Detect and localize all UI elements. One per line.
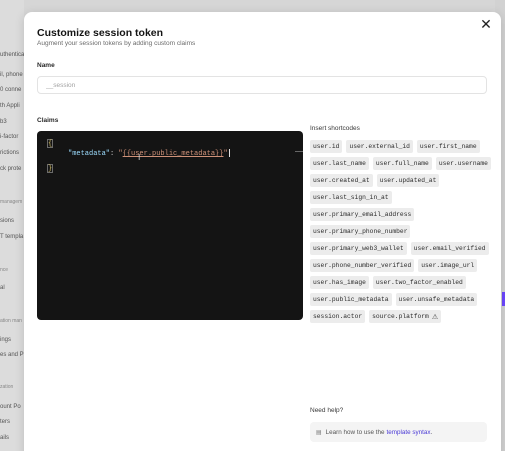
background-sidebar-item: zation: [0, 384, 14, 390]
shortcode-chip[interactable]: user.first_name: [416, 140, 480, 153]
background-sidebar: uthentica il, phone 0 conne th Appli b3 i-fac…: [0, 0, 24, 451]
background-sidebar-item: b3: [0, 119, 7, 125]
text-caret: [228, 149, 230, 157]
shortcode-label: source.platform: [372, 313, 429, 320]
shortcode-label: user.primary_email_address: [313, 211, 412, 218]
help-box: ▤ Learn how to use the template syntax .: [310, 422, 487, 442]
shortcode-chip[interactable]: user.unsafe_metadata: [395, 293, 478, 306]
shortcode-label: user.image_url: [421, 262, 475, 269]
help-suffix: .: [430, 428, 433, 436]
background-sidebar-item: T templa: [0, 234, 24, 240]
shortcode-chip[interactable]: user.username: [435, 157, 491, 170]
background-sidebar-item: rictions: [0, 150, 20, 156]
shortcode-chip[interactable]: user.primary_phone_number: [310, 225, 411, 238]
background-sidebar-item: ails: [0, 435, 10, 441]
background-sidebar-item: sions: [0, 218, 15, 224]
shortcode-chip[interactable]: user.phone_number_verified: [310, 259, 415, 272]
book-icon: ▤: [316, 428, 322, 436]
shortcode-chip[interactable]: user.primary_web3_wallet: [310, 242, 407, 255]
background-sidebar-item: es and P: [0, 352, 24, 358]
background-sidebar-item: th Appli: [0, 103, 20, 109]
background-sidebar-item: ters: [0, 419, 11, 425]
name-input[interactable]: [37, 76, 487, 94]
shortcode-chip[interactable]: user.id: [310, 140, 343, 153]
warning-icon: ⚠: [431, 312, 439, 321]
help-text: Learn how to use the: [325, 428, 385, 436]
shortcode-list: user.id user.external_id user.first_nameus…: [310, 140, 492, 323]
shortcode-label: user.email_verified: [413, 245, 486, 252]
shortcode-chip[interactable]: user.external_id: [346, 140, 413, 153]
shortcode-chip[interactable]: user.public_metadata: [310, 293, 392, 306]
shortcode-chip[interactable]: user.email_verified: [410, 242, 489, 255]
shortcode-label: user.last_name: [313, 160, 366, 167]
shortcode-chip[interactable]: user.full_name: [372, 157, 432, 170]
background-sidebar-item: ck prote: [0, 166, 22, 172]
shortcode-chip[interactable]: user.image_url: [418, 259, 478, 272]
json-key: "metadata": [68, 149, 111, 158]
editor-scroll-indicator: [295, 151, 303, 152]
need-help-title: Need help?: [310, 407, 344, 414]
shortcode-chip[interactable]: user.last_name: [310, 157, 369, 170]
insert-shortcodes-title: Insert shortcodes: [310, 125, 360, 132]
modal-subtitle: Augment your session tokens by adding cu…: [37, 40, 196, 47]
open-brace: {: [47, 139, 53, 148]
background-sidebar-item: i-factor: [0, 134, 19, 140]
customize-session-token-modal: ✕ Customize session token Augment your s…: [24, 12, 501, 451]
shortcode-label: user.phone_number_verified: [313, 262, 412, 269]
background-sidebar-item: uthentica: [0, 52, 24, 58]
shortcode-chip[interactable]: user.last_sign_in_at: [310, 191, 392, 204]
claims-code-editor[interactable]: { } "metadata": "{{user.public_metadata}…: [37, 131, 303, 320]
shortcode-chip[interactable]: user.has_image: [310, 276, 369, 289]
shortcode-label: user.unsafe_metadata: [398, 296, 475, 303]
modal-title: Customize session token: [37, 27, 164, 39]
shortcode-label: user.username: [438, 160, 488, 167]
background-sidebar-item: 0 conne: [0, 87, 22, 93]
name-label: Name: [37, 62, 55, 69]
shortcode-label: user.updated_at: [379, 177, 437, 184]
background-sidebar-item: nce: [0, 267, 9, 273]
shortcode-chip[interactable]: session.actor: [310, 310, 366, 323]
shortcode-chip[interactable]: user.updated_at: [376, 174, 440, 187]
json-quote-close: ": [223, 149, 228, 158]
code-line: "metadata": "{{user.public_metadata}}": [68, 149, 230, 159]
background-sidebar-item: ount Po: [0, 404, 21, 410]
shortcode-label: user.has_image: [313, 279, 366, 286]
shortcode-chip[interactable]: source.platform ⚠: [369, 310, 442, 323]
close-brace: }: [47, 164, 53, 173]
shortcode-label: user.two_factor_enabled: [375, 279, 463, 286]
background-sidebar-item: managem: [0, 199, 23, 205]
shortcode-label: user.first_name: [419, 143, 477, 150]
background-sidebar-item: ings: [0, 337, 12, 343]
editor-gutter: { }: [37, 131, 55, 320]
shortcode-label: user.full_name: [375, 160, 429, 167]
shortcode-label: user.public_metadata: [313, 296, 389, 303]
shortcode-label: user.last_sign_in_at: [313, 194, 389, 201]
close-icon[interactable]: ✕: [478, 16, 494, 32]
shortcode-label: user.external_id: [349, 143, 410, 150]
shortcode-label: user.created_at: [313, 177, 370, 184]
shortcode-chip[interactable]: user.two_factor_enabled: [372, 276, 466, 289]
claims-label: Claims: [37, 117, 59, 124]
shortcode-label: user.primary_phone_number: [313, 228, 408, 235]
template-syntax-link[interactable]: template syntax: [386, 429, 430, 436]
background-sidebar-item: al: [0, 285, 5, 291]
shortcode-label: session.actor: [313, 313, 363, 320]
shortcode-chip[interactable]: user.created_at: [310, 174, 373, 187]
background-sidebar-item: ation man: [0, 318, 22, 324]
shortcode-label: user.id: [313, 143, 340, 150]
text-cursor-icon: I: [138, 153, 141, 162]
shortcode-label: user.primary_web3_wallet: [313, 245, 404, 252]
shortcode-chip[interactable]: user.primary_email_address: [310, 208, 415, 221]
background-sidebar-item: il, phone: [0, 72, 23, 78]
